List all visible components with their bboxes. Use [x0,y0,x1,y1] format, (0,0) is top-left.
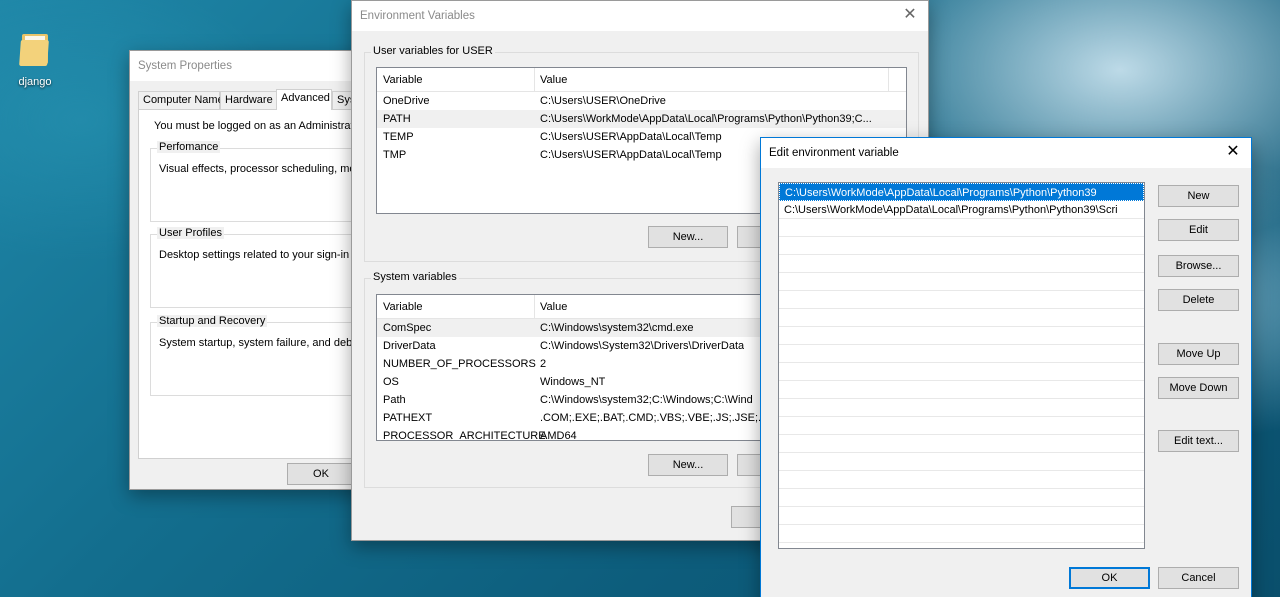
tab-hardware[interactable]: Hardware [220,91,278,109]
startup-recovery-label: Startup and Recovery [157,315,268,327]
column-header-value[interactable]: Value [540,295,567,319]
list-item[interactable] [779,363,1144,381]
column-header-variable[interactable]: Variable [383,295,423,319]
admin-note: You must be logged on as an Administrato… [154,120,376,132]
variable-value: Windows_NT [540,376,606,388]
window-title: Edit environment variable [761,138,1251,168]
list-item[interactable] [779,435,1144,453]
path-entries-list[interactable]: C:\Users\WorkMode\AppData\Local\Programs… [778,182,1145,549]
desktop-icon-label: django [18,76,52,88]
browse-button[interactable]: Browse... [1158,255,1239,277]
variable-value: C:\Users\USER\OneDrive [540,95,666,107]
column-header-value[interactable]: Value [540,68,567,92]
variable-name: TEMP [383,131,414,143]
list-item[interactable] [779,453,1144,471]
close-icon[interactable]: ✕ [1223,142,1243,162]
user-profiles-desc: Desktop settings related to your sign-in [159,249,350,261]
list-item[interactable]: C:\Users\WorkMode\AppData\Local\Programs… [779,201,1144,219]
variable-value: AMD64 [540,430,577,441]
list-item[interactable] [779,381,1144,399]
edit-environment-variable-window: Edit environment variable ✕ C:\Users\Wor… [760,137,1252,597]
list-item[interactable] [779,291,1144,309]
variable-value: C:\Windows\system32;C:\Windows;C:\Wind [540,394,753,406]
performance-desc: Visual effects, processor scheduling, me… [159,163,375,175]
list-item[interactable] [779,219,1144,237]
list-item[interactable] [779,471,1144,489]
folder-icon [19,30,50,66]
user-new-button[interactable]: New... [648,226,728,248]
move-down-button[interactable]: Move Down [1158,377,1239,399]
new-button[interactable]: New [1158,185,1239,207]
list-header: Variable Value [377,68,906,92]
startup-recovery-desc: System startup, system failure, and debu… [159,337,380,349]
variable-value: C:\Windows\system32\cmd.exe [540,322,694,334]
variable-value: .COM;.EXE;.BAT;.CMD;.VBS;.VBE;.JS;.JSE;.… [540,412,786,424]
list-item[interactable] [779,273,1144,291]
variable-name: OS [383,376,399,388]
system-properties-window: System Properties Computer Name Hardware… [129,50,438,490]
ok-button[interactable]: OK [287,463,355,485]
desktop-folder-django[interactable]: django [10,30,60,88]
list-item[interactable] [779,327,1144,345]
list-item[interactable] [779,237,1144,255]
tab-computer-name[interactable]: Computer Name [138,91,224,109]
move-up-button[interactable]: Move Up [1158,343,1239,365]
list-item[interactable] [779,507,1144,525]
list-item[interactable]: PATH C:\Users\WorkMode\AppData\Local\Prog… [377,110,906,128]
variable-value: C:\Windows\System32\Drivers\DriverData [540,340,745,352]
close-icon[interactable]: ✕ [900,5,920,25]
window-title: Environment Variables [352,1,928,31]
variable-name: ComSpec [383,322,432,334]
variable-name: Path [383,394,406,406]
list-item[interactable] [779,489,1144,507]
variable-value: C:\Users\WorkMode\AppData\Local\Programs… [540,113,872,125]
list-item[interactable] [779,309,1144,327]
edit-text-button[interactable]: Edit text... [1158,430,1239,452]
cancel-button[interactable]: Cancel [1158,567,1239,589]
delete-button[interactable]: Delete [1158,289,1239,311]
tab-advanced[interactable]: Advanced [276,89,332,110]
list-item[interactable] [779,417,1144,435]
edit-button[interactable]: Edit [1158,219,1239,241]
list-item[interactable] [779,399,1144,417]
variable-name: PROCESSOR_ARCHITECTURE [383,430,546,441]
list-item[interactable]: OneDrive C:\Users\USER\OneDrive [377,92,906,110]
window-title: System Properties [130,51,388,81]
variable-name: TMP [383,149,407,161]
list-item[interactable] [779,525,1144,543]
performance-label: Perfomance [157,141,221,153]
system-variables-label: System variables [371,271,459,283]
user-variables-label: User variables for USER [371,45,495,57]
variable-name: PATHEXT [383,412,433,424]
variable-value: 2 [540,358,547,370]
system-new-button[interactable]: New... [648,454,728,476]
list-item[interactable] [779,255,1144,273]
variable-name: OneDrive [383,95,430,107]
column-header-variable[interactable]: Variable [383,68,423,92]
list-item[interactable] [779,345,1144,363]
user-profiles-label: User Profiles [157,227,224,239]
variable-name: PATH [383,113,411,125]
variable-name: DriverData [383,340,436,352]
ok-button[interactable]: OK [1069,567,1150,589]
variable-name: NUMBER_OF_PROCESSORS [383,358,536,370]
list-item-selected[interactable]: C:\Users\WorkMode\AppData\Local\Programs… [779,183,1144,201]
